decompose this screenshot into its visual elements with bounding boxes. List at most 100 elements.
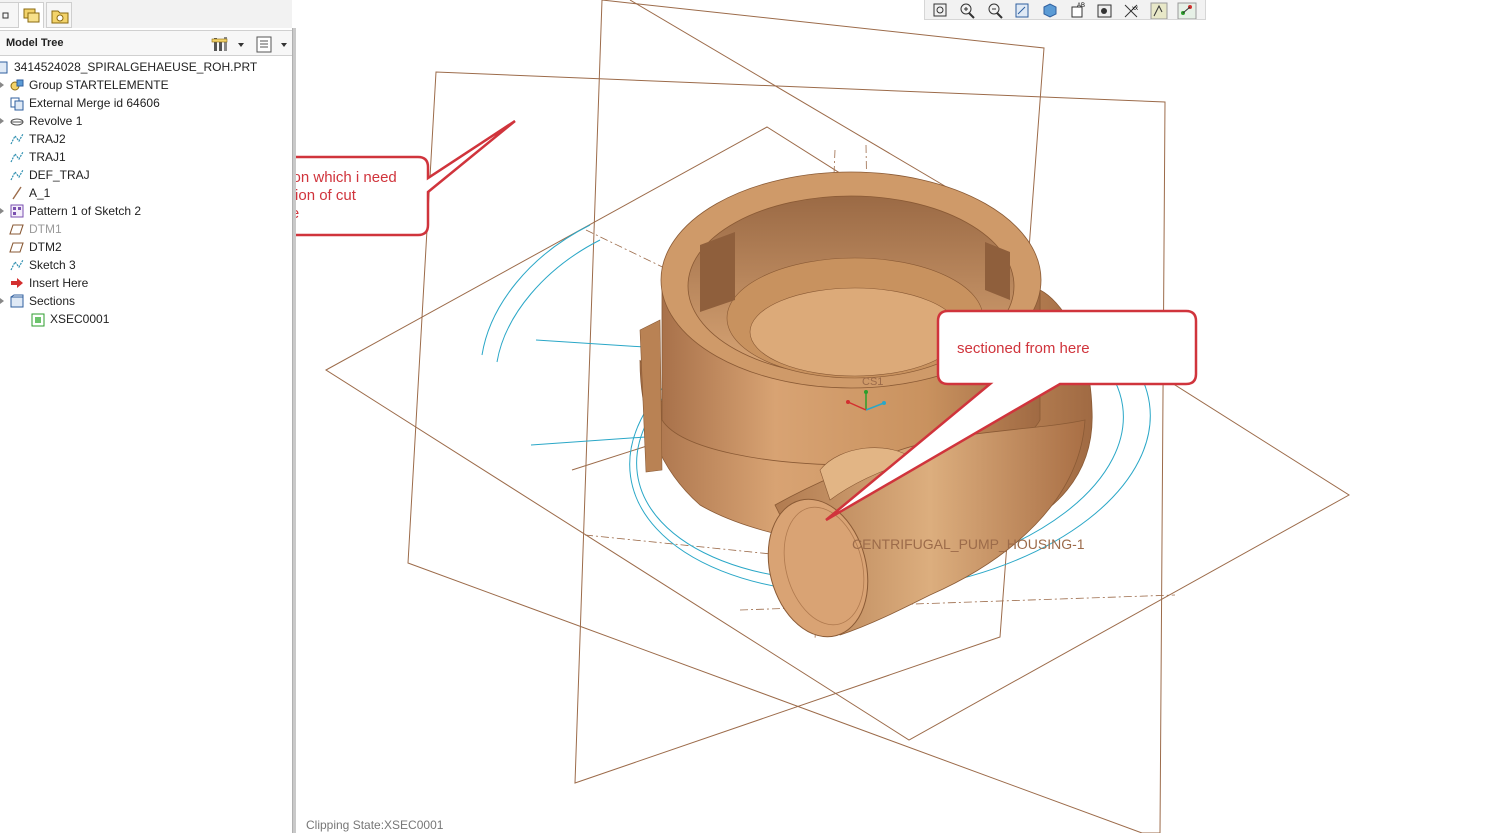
inner-floor[interactable] bbox=[749, 287, 961, 377]
group-icon bbox=[10, 79, 24, 91]
saved-views-icon: AB bbox=[1071, 3, 1085, 18]
repaint-button[interactable] bbox=[1011, 1, 1035, 19]
tree-item[interactable]: TRAJ2 bbox=[0, 130, 292, 148]
tree-item[interactable]: A_1 bbox=[0, 184, 292, 202]
revolve-icon bbox=[10, 118, 24, 126]
zoom-in-icon bbox=[960, 3, 976, 19]
flange-tab[interactable] bbox=[639, 319, 663, 473]
tree-item-label: External Merge id 64606 bbox=[29, 96, 160, 110]
callout-plane-line-3: surface bbox=[296, 205, 299, 222]
model-tree-title: Model Tree bbox=[6, 37, 64, 49]
datum-plane-icon bbox=[9, 224, 24, 235]
csys-point bbox=[882, 401, 886, 405]
tree-item-label: TRAJ1 bbox=[29, 150, 66, 164]
tree-item[interactable]: Revolve 1 bbox=[0, 112, 292, 130]
csys-point bbox=[846, 400, 850, 404]
refit-icon bbox=[933, 3, 947, 17]
sketch-icon bbox=[10, 133, 24, 145]
svg-text:AB: AB bbox=[1077, 3, 1085, 9]
datum-plane-icon bbox=[9, 242, 24, 253]
tree-item[interactable]: Insert Here bbox=[0, 274, 292, 292]
traj-curve[interactable] bbox=[481, 224, 591, 356]
sections-icon bbox=[10, 294, 24, 308]
view-manager-icon bbox=[1097, 4, 1112, 18]
pattern-icon bbox=[10, 204, 24, 218]
tree-item[interactable]: Sketch 3 bbox=[0, 256, 292, 274]
tree-item[interactable]: Pattern 1 of Sketch 2 bbox=[0, 202, 292, 220]
tree-item-label: DTM2 bbox=[29, 240, 62, 254]
tree-settings-button[interactable] bbox=[210, 35, 246, 53]
layers-tab[interactable] bbox=[18, 2, 44, 28]
expand-arrow-icon[interactable] bbox=[0, 296, 6, 306]
tree-item[interactable]: DEF_TRAJ bbox=[0, 166, 292, 184]
folder-tab[interactable] bbox=[46, 2, 72, 28]
tree-item-label: Pattern 1 of Sketch 2 bbox=[29, 204, 142, 218]
tree-item[interactable]: DTM2 bbox=[0, 238, 292, 256]
sketch-icon bbox=[10, 151, 24, 163]
tree-settings-icon bbox=[211, 37, 244, 51]
clipping-state-text: Clipping State:XSEC0001 bbox=[306, 818, 444, 832]
tree-item[interactable]: TRAJ1 bbox=[0, 148, 292, 166]
layers-tab-icon bbox=[23, 8, 40, 23]
tree-filters-button[interactable] bbox=[254, 35, 290, 53]
model-tree-panel: Model Tree 3414524028_SPIRALGEHAEUSE_ROH… bbox=[0, 0, 292, 833]
saved-views-button[interactable]: AB bbox=[1066, 1, 1090, 19]
view-manager-button[interactable] bbox=[1093, 1, 1117, 19]
display-style-icon bbox=[1043, 3, 1057, 18]
tree-item-label: TRAJ2 bbox=[29, 132, 66, 146]
model-name-label: CENTRIFUGAL_PUMP_HOUSING-1 bbox=[852, 536, 1085, 552]
callout-section-line-1: sectioned from here bbox=[957, 340, 1090, 357]
panel-tabs bbox=[0, 0, 292, 28]
xsection-icon bbox=[31, 313, 45, 327]
svg-text:xx: xx bbox=[1132, 6, 1138, 12]
model-tree-header: Model Tree bbox=[0, 30, 292, 56]
axis-icon bbox=[12, 186, 22, 200]
merge-icon bbox=[10, 97, 24, 111]
tree-item-label: Revolve 1 bbox=[29, 114, 83, 128]
wall-slot[interactable] bbox=[700, 232, 735, 312]
tree-item-label: DTM1 bbox=[29, 222, 62, 236]
annotation-display-button[interactable] bbox=[1147, 1, 1171, 20]
tree-item[interactable]: Sections bbox=[0, 292, 292, 310]
wall-slot[interactable] bbox=[985, 242, 1010, 300]
tree-item-label: XSEC0001 bbox=[50, 312, 110, 326]
expand-arrow-icon[interactable] bbox=[0, 80, 6, 90]
tree-item-label: A_1 bbox=[29, 186, 51, 200]
tree-item-label: Sketch 3 bbox=[29, 258, 76, 272]
zoom-in-button[interactable] bbox=[956, 1, 980, 19]
display-style-button[interactable] bbox=[1038, 1, 1062, 19]
spin-center-icon bbox=[1177, 2, 1197, 20]
tree-item-label: 3414524028_SPIRALGEHAEUSE_ROH.PRT bbox=[14, 60, 258, 74]
csys-label: CS1 bbox=[862, 376, 883, 388]
zoom-out-button[interactable] bbox=[984, 1, 1008, 19]
insert-here-icon bbox=[11, 278, 23, 288]
refit-button[interactable] bbox=[929, 1, 953, 19]
expand-arrow-icon[interactable] bbox=[0, 116, 6, 126]
tree-item-label: Group STARTELEMENTE bbox=[29, 78, 169, 92]
csys-point bbox=[864, 390, 868, 394]
part-icon bbox=[0, 61, 8, 74]
view-toolbar: AB xx bbox=[924, 0, 1206, 20]
tree-item-label: Sections bbox=[29, 294, 76, 308]
tree-item[interactable]: Group STARTELEMENTE bbox=[0, 76, 292, 94]
datum-display-icon: xx bbox=[1124, 4, 1138, 18]
tree-item[interactable]: XSEC0001 bbox=[0, 310, 292, 328]
repaint-icon bbox=[1015, 3, 1029, 18]
tree-filters-icon bbox=[256, 36, 287, 53]
datum-edge bbox=[629, 0, 961, 196]
datum-display-button[interactable]: xx bbox=[1120, 1, 1144, 19]
tree-item[interactable]: DTM1 bbox=[0, 220, 292, 238]
tree-item[interactable]: 3414524028_SPIRALGEHAEUSE_ROH.PRT bbox=[0, 58, 292, 76]
sketch-icon bbox=[10, 169, 24, 181]
graphics-viewport[interactable]: CS1 CENTRIFUGAL_PUMP_HOUSING-1 Plane on … bbox=[296, 0, 1506, 833]
tree-item[interactable]: External Merge id 64606 bbox=[0, 94, 292, 112]
callout-plane[interactable]: Plane on which i need projection of cut … bbox=[296, 119, 516, 237]
model-scene[interactable]: CS1 CENTRIFUGAL_PUMP_HOUSING-1 Plane on … bbox=[296, 0, 1506, 833]
expand-arrow-icon[interactable] bbox=[0, 206, 6, 216]
spin-center-button[interactable] bbox=[1175, 1, 1199, 20]
annotation-display-icon bbox=[1150, 2, 1168, 20]
tree-item-label: Insert Here bbox=[29, 276, 89, 290]
model-tree-tab[interactable] bbox=[0, 2, 20, 28]
callout-plane-line-1: Plane on which i need bbox=[296, 169, 397, 186]
traj-curve[interactable] bbox=[496, 239, 601, 363]
